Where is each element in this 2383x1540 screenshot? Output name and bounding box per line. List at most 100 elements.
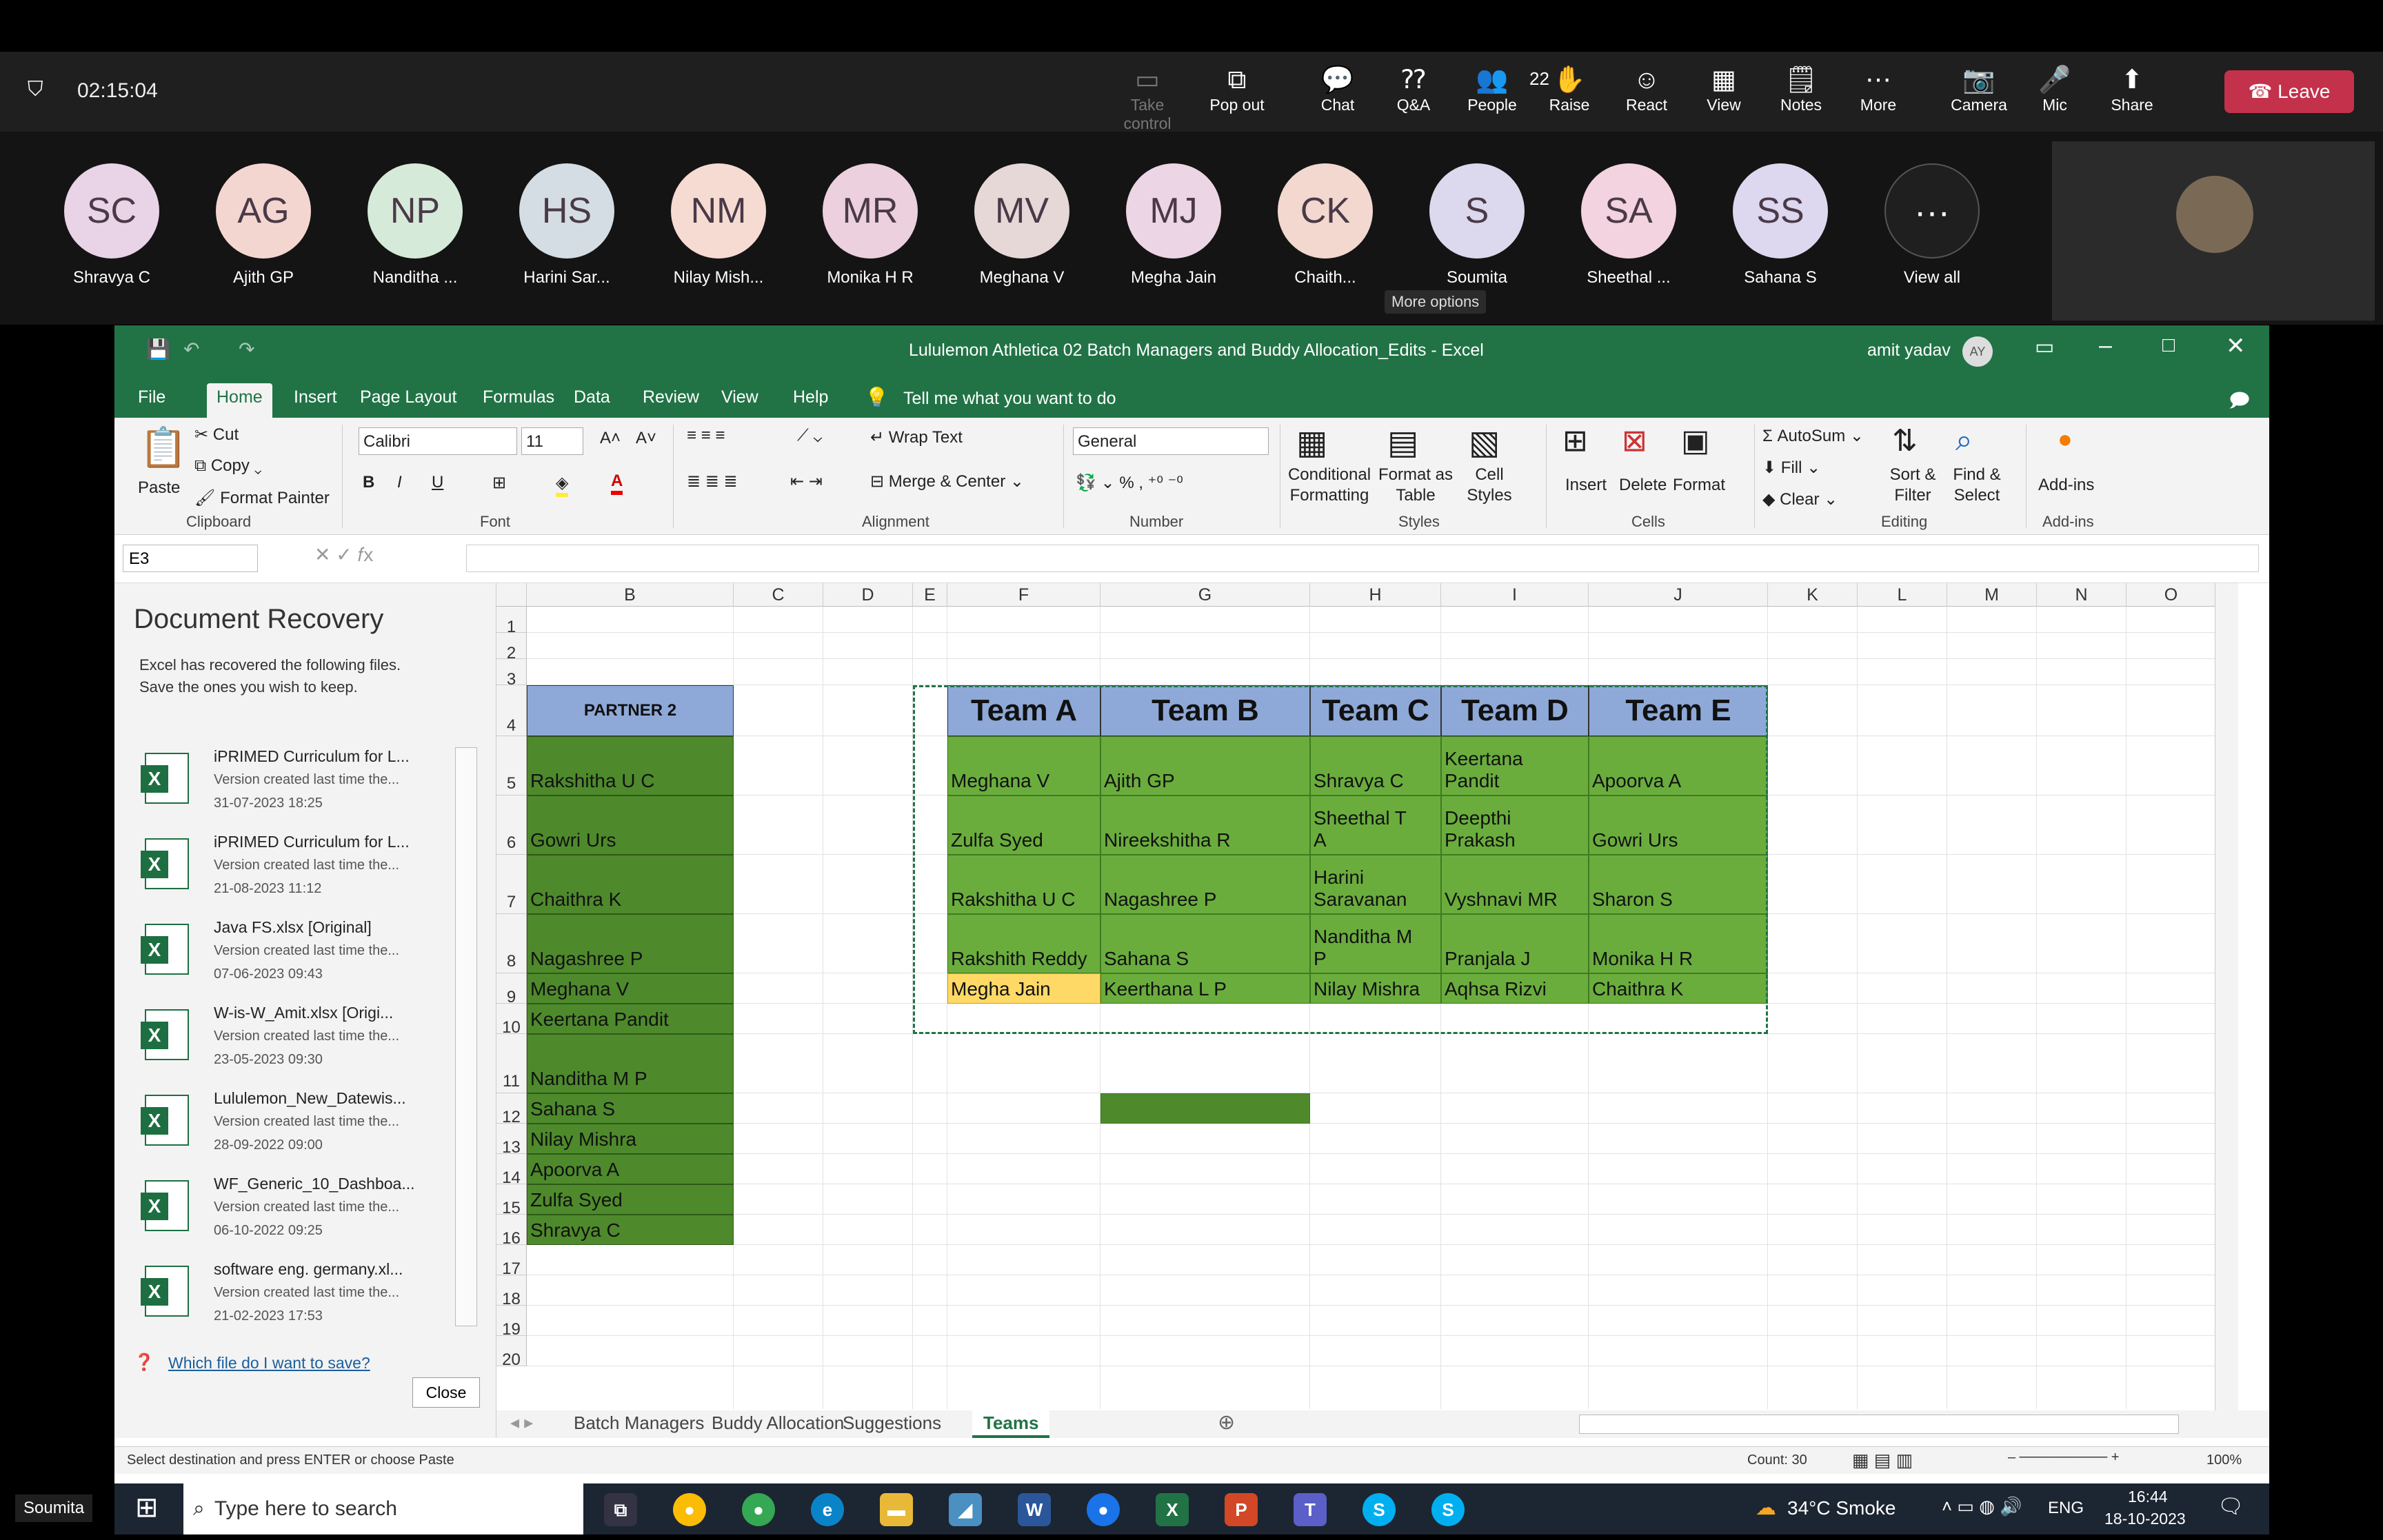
indent-icon[interactable]: ⇤ ⇥ bbox=[790, 472, 823, 492]
row-header[interactable]: 8 bbox=[496, 914, 527, 973]
close-icon[interactable]: ✕ bbox=[2226, 332, 2246, 360]
comments-icon[interactable]: 🗩 bbox=[2229, 386, 2250, 419]
chrome-icon[interactable]: ● bbox=[742, 1493, 775, 1526]
ribbon-display-icon[interactable]: ▭ bbox=[2035, 335, 2054, 359]
fill-color-icon[interactable]: ◈ bbox=[556, 473, 569, 497]
user-avatar[interactable]: AY bbox=[1962, 336, 1993, 367]
camera-button[interactable]: 📷 Camera bbox=[1941, 64, 2017, 114]
row-header[interactable]: 4 bbox=[496, 685, 527, 736]
recovered-file[interactable]: X Java FS.xlsx [Original] Version created … bbox=[141, 918, 476, 1004]
conditional-formatting-button[interactable]: Conditional Formatting bbox=[1287, 465, 1372, 506]
chat-button[interactable]: 💬 Chat bbox=[1300, 64, 1376, 114]
column-header[interactable]: N bbox=[2037, 583, 2126, 607]
insert-cells-button[interactable]: Insert bbox=[1565, 476, 1607, 495]
add-sheet-icon[interactable]: ⊕ bbox=[1218, 1410, 1235, 1435]
participant-tile[interactable]: MV Meghana V bbox=[953, 163, 1091, 287]
column-header[interactable]: O bbox=[2126, 583, 2216, 607]
partner-cell[interactable]: Nanditha M P bbox=[527, 1034, 734, 1093]
cut-button[interactable]: ✂ Cut bbox=[194, 425, 239, 445]
tab-view[interactable]: View bbox=[712, 383, 768, 418]
leave-button[interactable]: ☎ Leave bbox=[2224, 70, 2354, 113]
partner-cell[interactable]: Shravya C bbox=[527, 1215, 734, 1245]
row-header[interactable]: 12 bbox=[496, 1093, 527, 1126]
windows-start-icon[interactable]: ⊞ bbox=[135, 1492, 159, 1523]
font-size-select[interactable]: 11 bbox=[521, 427, 583, 455]
column-header[interactable]: B bbox=[527, 583, 734, 607]
notes-button[interactable]: 🗒 Notes bbox=[1763, 64, 1839, 114]
participant-tile[interactable]: SA Sheethal ... bbox=[1560, 163, 1698, 287]
partner-cell[interactable]: Sahana S bbox=[527, 1093, 734, 1124]
participant-tile[interactable]: CK Chaith... bbox=[1256, 163, 1394, 287]
formula-input[interactable] bbox=[466, 545, 2259, 572]
recovered-file[interactable]: XiPRIMED Curriculum for L... Version crea… bbox=[141, 833, 476, 918]
delete-cells-button[interactable]: Delete bbox=[1619, 476, 1667, 495]
participant-tile[interactable]: MJ Megha Jain bbox=[1105, 163, 1243, 287]
format-cells-button[interactable]: Format bbox=[1673, 476, 1725, 495]
more-button[interactable]: ⋯ More bbox=[1840, 64, 1916, 114]
taskbar-search[interactable]: ⌕ Type here to search bbox=[183, 1483, 583, 1534]
tab-formulas[interactable]: Formulas bbox=[473, 383, 564, 418]
column-header[interactable]: J bbox=[1589, 583, 1768, 607]
addins-button[interactable]: Add-ins bbox=[2038, 476, 2094, 495]
row-header[interactable]: 19 bbox=[496, 1306, 527, 1339]
undo-icon[interactable]: ↶ bbox=[183, 338, 199, 361]
sheet-tab-batch-managers[interactable]: Batch Managers bbox=[565, 1410, 712, 1438]
partner-cell[interactable]: Rakshitha U C bbox=[527, 736, 734, 796]
merge-center-button[interactable]: ⊟ Merge & Center ⌄ bbox=[870, 472, 1024, 492]
column-header[interactable]: H bbox=[1310, 583, 1441, 607]
row-header[interactable]: 13 bbox=[496, 1124, 527, 1157]
find-select-icon[interactable]: ⌕ bbox=[1955, 423, 1973, 458]
people-button[interactable]: 👥 People bbox=[1454, 64, 1530, 114]
notifications-icon[interactable]: 🗨 bbox=[2218, 1495, 2244, 1519]
row-header[interactable]: 20 bbox=[496, 1336, 527, 1369]
row-header[interactable]: 15 bbox=[496, 1184, 527, 1217]
row-header[interactable]: 11 bbox=[496, 1034, 527, 1093]
zoom-level[interactable]: 100% bbox=[2206, 1452, 2242, 1468]
minimize-icon[interactable]: – bbox=[2099, 332, 2112, 359]
font-color-icon[interactable]: A bbox=[611, 472, 623, 495]
tab-review[interactable]: Review bbox=[633, 383, 709, 418]
delete-cells-icon[interactable]: ⊠ bbox=[1622, 423, 1647, 458]
task-view-icon[interactable]: ⧉ bbox=[604, 1493, 637, 1526]
row-header[interactable]: 18 bbox=[496, 1275, 527, 1308]
column-header[interactable]: E bbox=[913, 583, 947, 607]
decrease-font-icon[interactable]: A˅ bbox=[636, 429, 656, 448]
take-control-button[interactable]: ▭ Take control bbox=[1109, 64, 1185, 133]
participant-tile[interactable]: MR Monika H R bbox=[801, 163, 939, 287]
participant-tile[interactable]: SC Shravya C bbox=[43, 163, 181, 287]
column-header[interactable]: I bbox=[1441, 583, 1589, 607]
chrome-profile-icon[interactable]: ● bbox=[1087, 1493, 1120, 1526]
underline-button[interactable]: U bbox=[432, 473, 443, 492]
column-header[interactable]: D bbox=[823, 583, 913, 607]
borders-icon[interactable]: ⊞ bbox=[492, 473, 506, 493]
format-cells-icon[interactable]: ▣ bbox=[1681, 423, 1710, 458]
save-icon[interactable]: 💾 bbox=[146, 338, 170, 361]
recovered-file[interactable]: X W-is-W_Amit.xlsx [Origi... Version creat… bbox=[141, 1004, 476, 1089]
participant-tile[interactable]: ··· View all bbox=[1863, 163, 2001, 287]
copy-button[interactable]: ⧉ Copy ⌄ bbox=[194, 456, 262, 476]
tab-insert[interactable]: Insert bbox=[284, 383, 347, 418]
partner-cell[interactable]: Nagashree P bbox=[527, 914, 734, 973]
word-icon[interactable]: W bbox=[1018, 1493, 1051, 1526]
tab-help[interactable]: Help bbox=[783, 383, 838, 418]
recovered-file[interactable]: XiPRIMED Curriculum for L... Version crea… bbox=[141, 747, 476, 833]
partner-cell[interactable]: Nilay Mishra bbox=[527, 1124, 734, 1154]
tab-data[interactable]: Data bbox=[564, 383, 620, 418]
tab-home[interactable]: Home bbox=[207, 383, 272, 418]
app-icon[interactable]: ◢ bbox=[949, 1493, 982, 1526]
participant-tile[interactable]: HS Harini Sar... bbox=[498, 163, 636, 287]
orientation-icon[interactable]: ⟋ ⌄ bbox=[797, 426, 822, 445]
autosum-button[interactable]: Σ AutoSum ⌄ bbox=[1762, 426, 1864, 446]
which-file-link[interactable]: Which file do I want to save? bbox=[168, 1354, 370, 1372]
pop-out-button[interactable]: ⧉ Pop out bbox=[1199, 64, 1275, 114]
zoom-slider[interactable]: – ───────── + bbox=[2008, 1450, 2119, 1466]
addins-icon[interactable]: ● bbox=[2058, 425, 2073, 454]
row-header[interactable]: 7 bbox=[496, 855, 527, 914]
cell-styles-button[interactable]: Cell Styles bbox=[1462, 465, 1517, 506]
column-header[interactable]: K bbox=[1768, 583, 1858, 607]
row-header[interactable]: 14 bbox=[496, 1154, 527, 1187]
format-table-icon[interactable]: ▤ bbox=[1387, 423, 1418, 462]
wrap-text-button[interactable]: ↵ Wrap Text bbox=[870, 427, 963, 447]
row-header[interactable]: 2 bbox=[496, 633, 527, 662]
number-format-select[interactable]: General bbox=[1073, 427, 1269, 455]
